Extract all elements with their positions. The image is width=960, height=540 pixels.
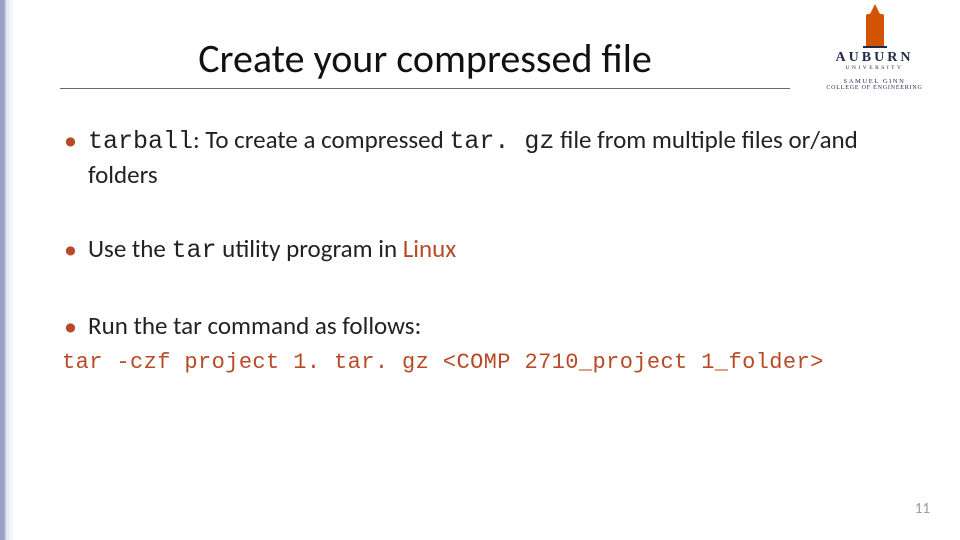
logo-dept-line2: COLLEGE OF ENGINEERING — [826, 85, 922, 91]
bullet-2-lead: Use the — [88, 233, 172, 264]
auburn-logo: AUBURN UNIVERSITY SAMUEL GINN COLLEGE OF… — [817, 14, 932, 91]
title-underline — [60, 88, 790, 89]
bullet-3: Run the tar command as follows: — [60, 310, 926, 343]
decorative-left-rail — [0, 0, 24, 540]
code-targz: tar. gz — [449, 127, 554, 156]
command-line: tar -czf project 1. tar. gz <COMP 2710_p… — [60, 350, 926, 375]
bullet-3-text: Run the tar command as follows: — [88, 310, 421, 341]
page-number: 11 — [915, 500, 930, 518]
logo-university: UNIVERSITY — [846, 65, 904, 71]
bullet-2: Use the tar utility program in Linux — [60, 233, 926, 268]
slide-title: Create your compressed file — [60, 34, 790, 83]
bullet-1-mid1: : To create a compressed — [193, 124, 449, 155]
code-tar: tar — [172, 236, 217, 265]
logo-dept-line1: SAMUEL GINN — [844, 78, 906, 85]
slide: AUBURN UNIVERSITY SAMUEL GINN COLLEGE OF… — [0, 0, 960, 540]
bullet-list: tarball: To create a compressed tar. gz … — [60, 124, 926, 342]
code-tarball: tarball — [88, 127, 193, 156]
slide-content: tarball: To create a compressed tar. gz … — [60, 124, 926, 375]
linux-text: Linux — [403, 233, 456, 264]
tower-icon — [866, 14, 884, 46]
bullet-2-mid: utility program in — [217, 233, 403, 264]
bullet-1: tarball: To create a compressed tar. gz … — [60, 124, 926, 191]
logo-name: AUBURN — [836, 50, 914, 66]
